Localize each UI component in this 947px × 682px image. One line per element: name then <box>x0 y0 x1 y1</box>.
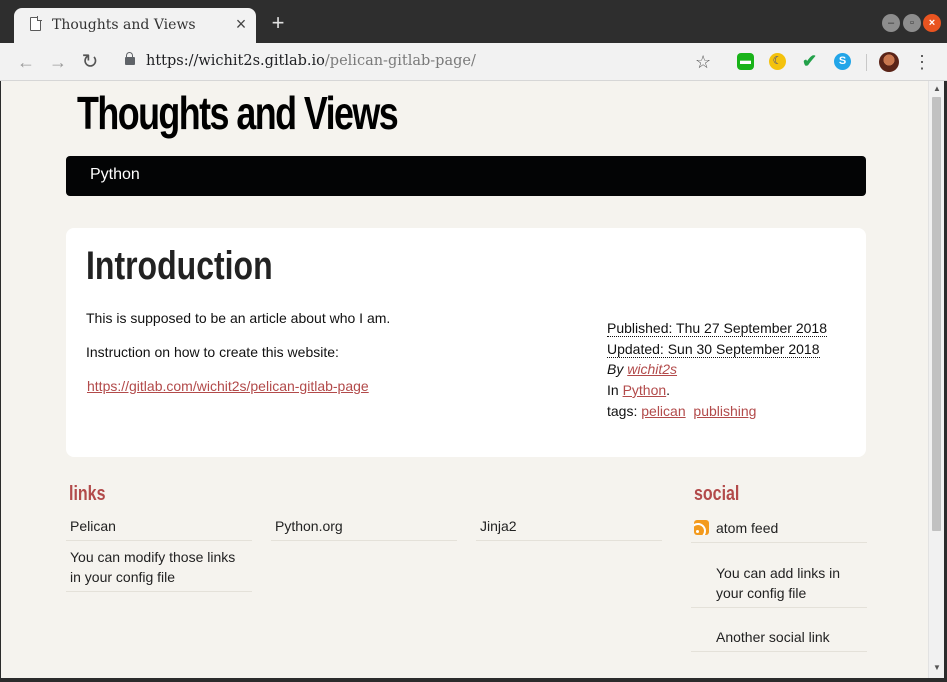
lock-icon <box>125 52 135 65</box>
social-link-another[interactable]: Another social link <box>716 627 830 647</box>
rss-feed-icon <box>694 520 709 535</box>
skype-extension-icon[interactable]: S <box>834 53 851 70</box>
window-close-button[interactable]: × <box>923 14 941 32</box>
social-note[interactable]: You can add links in your config file <box>716 563 866 603</box>
divider <box>691 651 867 652</box>
browser-toolbar: ← → ↻ https://wichit2s.gitlab.io/pelican… <box>0 43 947 81</box>
social-link-atom-feed[interactable]: atom feed <box>716 518 778 538</box>
page-icon <box>30 16 42 31</box>
page-viewport: Thoughts and Views Python Introduction T… <box>1 81 928 678</box>
tag-link-publishing[interactable]: publishing <box>693 403 756 419</box>
reload-icon[interactable]: ↻ <box>79 51 101 73</box>
article-title[interactable]: Introduction <box>86 244 273 289</box>
scroll-down-arrow-icon[interactable]: ▼ <box>933 663 941 672</box>
forward-arrow-icon[interactable]: → <box>47 51 69 73</box>
social-heading: social <box>694 483 740 505</box>
updated-date: Updated: Sun 30 September 2018 <box>607 341 820 358</box>
author-link[interactable]: wichit2s <box>627 361 677 377</box>
links-heading: links <box>69 483 106 505</box>
tab-title: Thoughts and Views <box>52 17 196 33</box>
tag-link-pelican[interactable]: pelican <box>641 403 685 419</box>
divider <box>476 540 662 541</box>
blogroll-link-python-org[interactable]: Python.org <box>275 516 343 536</box>
blogroll-link-jinja2[interactable]: Jinja2 <box>480 516 517 536</box>
by-label: By <box>607 361 624 377</box>
url-host: https://wichit2s.gitlab.io <box>146 53 325 69</box>
checkmark-extension-icon[interactable]: ✔ <box>801 52 818 70</box>
site-title[interactable]: Thoughts and Views <box>77 86 399 140</box>
address-bar[interactable]: https://wichit2s.gitlab.io/pelican-gitla… <box>146 53 476 69</box>
line-extension-icon[interactable]: ▬ <box>737 53 754 70</box>
divider <box>691 542 867 543</box>
divider <box>66 540 252 541</box>
maximize-button[interactable]: ▫ <box>903 14 921 32</box>
nav-item-python[interactable]: Python <box>90 166 140 184</box>
scroll-up-arrow-icon[interactable]: ▲ <box>933 84 941 93</box>
back-arrow-icon[interactable]: ← <box>15 51 37 73</box>
blogroll-link-pelican[interactable]: Pelican <box>70 516 116 536</box>
bookmark-star-icon[interactable]: ☆ <box>695 52 711 72</box>
gitlab-repo-link[interactable]: https://gitlab.com/wichit2s/pelican-gitl… <box>87 378 369 394</box>
kebab-menu-icon[interactable]: ⋮ <box>913 51 931 73</box>
tags-line: tags: pelican publishing <box>607 403 756 419</box>
blogroll-note[interactable]: You can modify those links in your confi… <box>70 547 250 587</box>
published-date: Published: Thu 27 September 2018 <box>607 320 828 337</box>
minimize-button[interactable]: – <box>882 14 900 32</box>
new-tab-button[interactable]: + <box>268 12 288 34</box>
profile-avatar[interactable] <box>879 52 899 72</box>
divider <box>271 540 457 541</box>
vertical-scrollbar[interactable]: ▲ ▼ <box>928 81 944 678</box>
category-period: . <box>666 382 671 398</box>
browser-tab[interactable]: Thoughts and Views × <box>14 8 256 43</box>
toolbar-divider <box>866 54 867 71</box>
nav-menubar: Python <box>66 156 866 196</box>
category-link[interactable]: Python <box>623 382 667 398</box>
tags-label: tags: <box>607 403 638 419</box>
divider <box>66 591 252 592</box>
author-line: By wichit2s <box>607 361 677 377</box>
window-frame <box>0 678 947 682</box>
browser-titlebar: Thoughts and Views × + – ▫ × <box>0 0 947 43</box>
tab-close-icon[interactable]: × <box>232 15 250 33</box>
url-path: /pelican-gitlab-page/ <box>324 53 476 69</box>
category-line: In Python. <box>607 382 670 398</box>
article-paragraph: Instruction on how to create this websit… <box>86 344 339 360</box>
article-card: Introduction This is supposed to be an a… <box>66 228 866 457</box>
in-label: In <box>607 382 619 398</box>
scroll-thumb[interactable] <box>932 97 941 531</box>
article-paragraph: This is supposed to be an article about … <box>86 310 391 326</box>
divider <box>691 607 867 608</box>
night-mode-extension-icon[interactable]: ☾ <box>769 53 786 70</box>
